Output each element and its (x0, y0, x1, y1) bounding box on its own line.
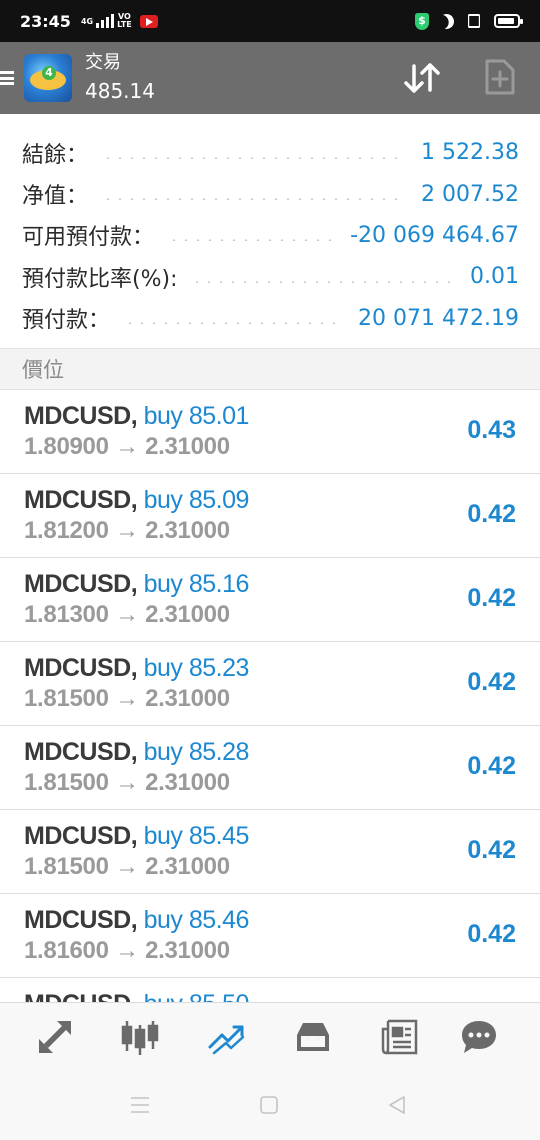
position-symbol: MDCUSD, (24, 486, 138, 514)
history-icon[interactable] (293, 1017, 333, 1057)
position-prices: 1.81500 → 2.31000 (24, 853, 230, 880)
app-bar-titles: 交易 485.14 (85, 52, 155, 104)
signal-icon: 4G VO LTE (81, 13, 132, 29)
position-symbol: MDCUSD, (24, 402, 138, 430)
news-icon[interactable] (380, 1017, 420, 1057)
position-symbol: MDCUSD, (24, 654, 138, 682)
summary-label: 預付款比率(%): (22, 266, 178, 292)
position-row[interactable]: MDCUSD, buy 85.50 (0, 978, 540, 1002)
position-side: buy 85.28 (143, 738, 250, 766)
positions-list[interactable]: MDCUSD, buy 85.01 1.80900 → 2.31000 0.43… (0, 390, 540, 1002)
summary-value: 1 522.38 (421, 140, 519, 166)
summary-row-margin: 預付款： 20 071 472.19 (0, 298, 540, 339)
position-prices: 1.81200 → 2.31000 (24, 517, 230, 544)
app-bar: 交易 485.14 (0, 42, 540, 114)
dotted-leader (191, 280, 457, 283)
status-time: 23:45 (20, 11, 71, 31)
home-icon[interactable] (260, 1096, 278, 1114)
summary-value: -20 069 464.67 (350, 222, 519, 248)
position-symbol: MDCUSD, (24, 990, 138, 1002)
position-profit: 0.42 (467, 584, 516, 612)
position-side: buy 85.09 (143, 486, 250, 514)
youtube-icon (139, 14, 158, 28)
position-profit: 0.42 (467, 836, 516, 864)
recent-apps-icon[interactable] (130, 1096, 150, 1114)
app-logo (24, 54, 72, 102)
position-side: buy 85.01 (143, 402, 250, 430)
position-profit: 0.42 (467, 500, 516, 528)
system-navigation (0, 1070, 540, 1140)
menu-icon[interactable] (0, 68, 16, 88)
summary-row-equity: 净值： 2 007.52 (0, 173, 540, 214)
position-row[interactable]: MDCUSD, buy 85.09 1.81200 → 2.31000 0.42 (0, 474, 540, 558)
position-profit: 0.43 (467, 416, 516, 444)
bottom-navigation (0, 1002, 540, 1070)
summary-value: 2 007.52 (421, 181, 519, 207)
positions-section-header: 價位 (0, 348, 540, 390)
summary-value: 20 071 472.19 (358, 305, 519, 331)
quotes-icon[interactable] (35, 1017, 75, 1057)
back-icon[interactable] (388, 1096, 406, 1114)
summary-label: 可用預付款： (22, 225, 155, 251)
position-row[interactable]: MDCUSD, buy 85.46 1.81600 → 2.31000 0.42 (0, 894, 540, 978)
position-prices: 1.81600 → 2.31000 (24, 937, 230, 964)
position-symbol: MDCUSD, (24, 570, 138, 598)
position-prices: 1.81300 → 2.31000 (24, 601, 230, 628)
summary-label: 結餘： (22, 142, 89, 168)
position-row[interactable]: MDCUSD, buy 85.16 1.81300 → 2.31000 0.42 (0, 558, 540, 642)
summary-row-free-margin: 可用預付款： -20 069 464.67 (0, 215, 540, 256)
position-symbol: MDCUSD, (24, 906, 138, 934)
account-summary: 結餘： 1 522.38 净值： 2 007.52 可用預付款： -20 069… (0, 114, 540, 348)
moon-icon (436, 11, 456, 31)
summary-value: 0.01 (470, 264, 519, 290)
network-type: 4G (80, 16, 94, 26)
vibrate-icon (468, 14, 480, 28)
position-side: buy 85.23 (143, 654, 250, 682)
page-title: 交易 (85, 52, 121, 73)
position-prices: 1.81500 → 2.31000 (24, 685, 230, 712)
position-symbol: MDCUSD, (24, 738, 138, 766)
position-profit: 0.42 (467, 752, 516, 780)
chart-icon[interactable] (120, 1017, 160, 1057)
position-row[interactable]: MDCUSD, buy 85.01 1.80900 → 2.31000 0.43 (0, 390, 540, 474)
position-row[interactable]: MDCUSD, buy 85.23 1.81500 → 2.31000 0.42 (0, 642, 540, 726)
status-bar: 23:45 4G VO LTE $ (0, 0, 540, 42)
summary-row-balance: 結餘： 1 522.38 (0, 132, 540, 173)
trade-icon[interactable] (207, 1017, 247, 1057)
position-profit: 0.42 (467, 920, 516, 948)
position-side: buy 85.50 (144, 990, 250, 1002)
position-profit: 0.42 (467, 668, 516, 696)
dotted-leader (102, 156, 408, 159)
volte-icon: VO LTE (117, 13, 132, 29)
position-side: buy 85.45 (143, 822, 250, 850)
shield-icon: $ (415, 12, 429, 30)
position-side: buy 85.16 (143, 570, 250, 598)
summary-label: 净值： (22, 184, 89, 210)
dotted-leader (102, 198, 408, 201)
page-subtitle: 485.14 (85, 79, 155, 103)
section-title: 價位 (22, 358, 64, 382)
summary-row-margin-level: 預付款比率(%): 0.01 (0, 256, 540, 297)
position-side: buy 85.46 (143, 906, 250, 934)
chat-icon[interactable] (459, 1017, 499, 1057)
volte-label-bottom: LTE (117, 20, 132, 29)
summary-label: 預付款： (22, 308, 111, 334)
position-row[interactable]: MDCUSD, buy 85.28 1.81500 → 2.31000 0.42 (0, 726, 540, 810)
battery-icon (494, 14, 523, 28)
position-symbol: MDCUSD, (24, 822, 138, 850)
dotted-leader (124, 322, 345, 325)
sort-icon[interactable] (402, 60, 442, 96)
position-prices: 1.80900 → 2.31000 (24, 433, 230, 460)
add-order-icon[interactable] (484, 58, 516, 96)
position-row[interactable]: MDCUSD, buy 85.45 1.81500 → 2.31000 0.42 (0, 810, 540, 894)
position-prices: 1.81500 → 2.31000 (24, 769, 230, 796)
dotted-leader (168, 239, 337, 242)
